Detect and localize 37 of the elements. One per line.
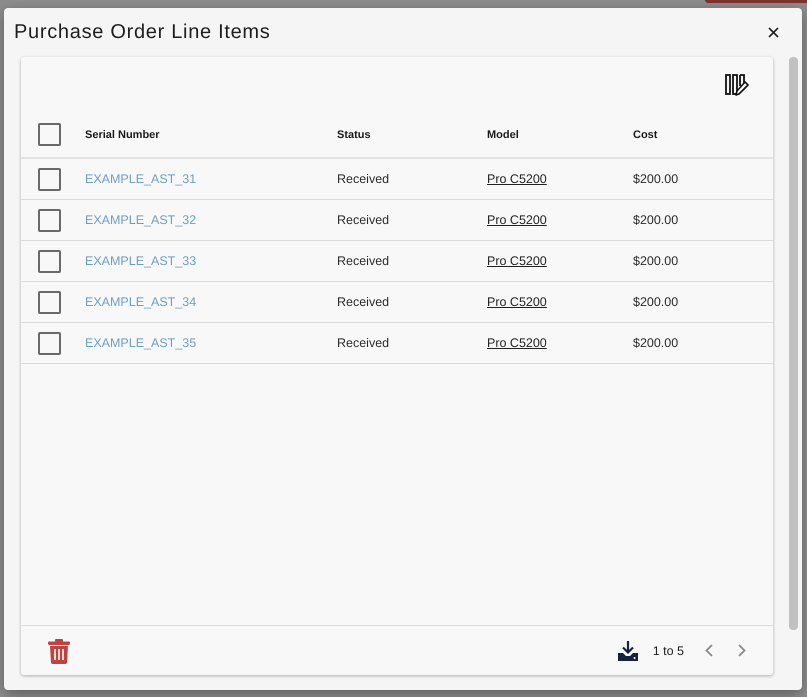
column-header[interactable]: Status (337, 128, 371, 140)
trash-icon (48, 639, 70, 664)
page-range: 1 to 5 (652, 644, 684, 658)
model-link[interactable]: Pro C5200 (487, 213, 547, 227)
row-checkbox[interactable] (38, 208, 61, 232)
close-icon (768, 27, 779, 38)
columns-pencil-icon (725, 74, 749, 96)
cost-cell: $200.00 (633, 172, 678, 186)
column-header[interactable]: Cost (633, 128, 658, 140)
edit-columns-button[interactable] (724, 72, 750, 96)
status-cell: Received (337, 254, 390, 268)
row-checkbox[interactable] (38, 332, 61, 354)
scrollbar[interactable] (788, 57, 798, 630)
chevron-right-icon (738, 644, 746, 657)
column-header[interactable]: Model (487, 128, 519, 140)
column-header[interactable]: Serial Number (85, 128, 160, 140)
status-cell: Received (337, 213, 390, 227)
dialog-title: Purchase Order Line Items (14, 21, 270, 44)
model-link[interactable]: Pro C5200 (487, 254, 547, 268)
download-icon (618, 640, 638, 660)
status-cell: Received (337, 295, 390, 309)
status-cell: Received (337, 172, 390, 186)
delete-button[interactable] (47, 638, 71, 665)
cost-cell: $200.00 (633, 336, 678, 350)
cost-cell: $200.00 (633, 254, 678, 268)
model-link[interactable]: Pro C5200 (487, 295, 547, 309)
model-link[interactable]: Pro C5200 (487, 172, 547, 186)
cost-cell: $200.00 (633, 213, 678, 227)
select-all-checkbox[interactable] (38, 123, 61, 146)
row-checkbox[interactable] (38, 250, 61, 272)
chevron-left-icon (705, 644, 713, 657)
row-checkbox[interactable] (38, 168, 61, 190)
status-cell: Received (337, 336, 390, 350)
model-link[interactable]: Pro C5200 (487, 336, 547, 350)
download-button[interactable] (616, 640, 639, 662)
row-checkbox[interactable] (38, 290, 61, 314)
cost-cell: $200.00 (633, 295, 678, 309)
